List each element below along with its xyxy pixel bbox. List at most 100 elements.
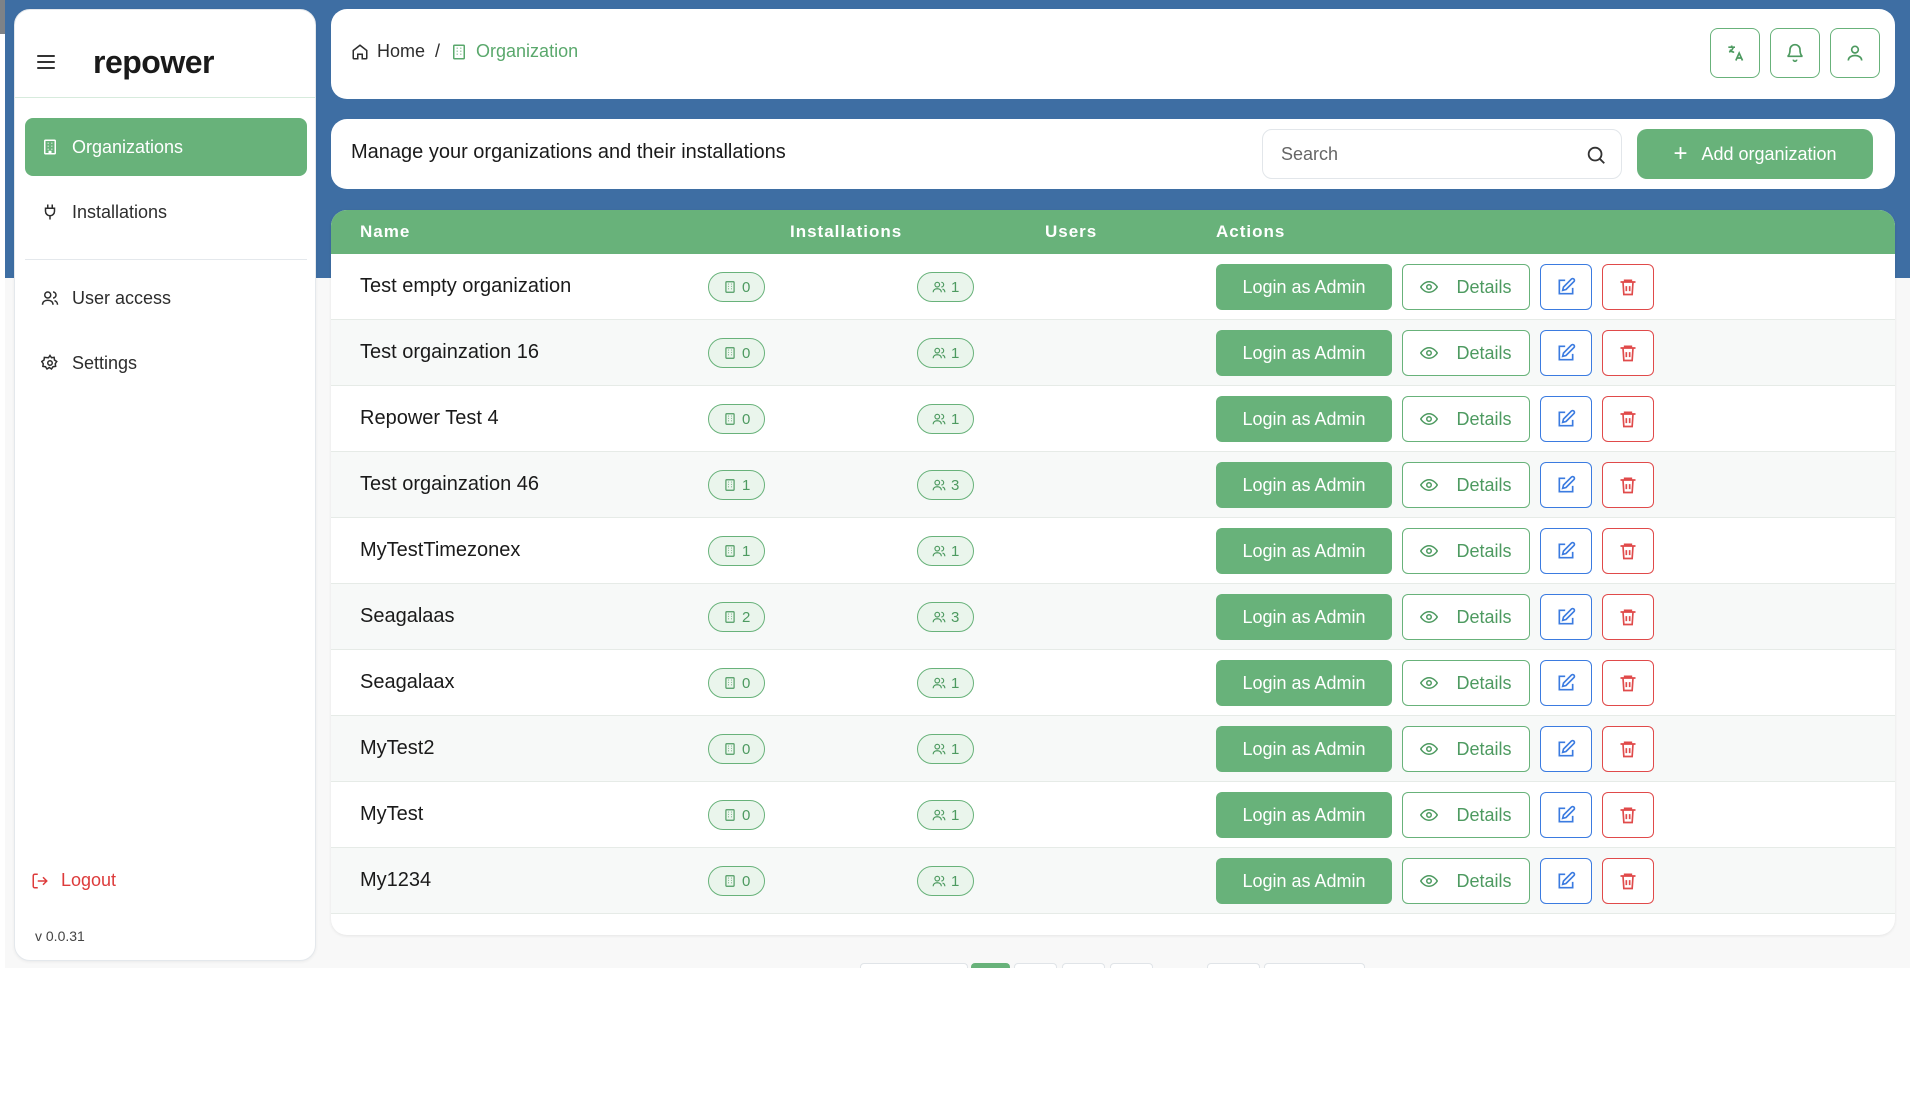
top-bar: Home / Organization (331, 9, 1895, 99)
column-header-actions: Actions (1216, 222, 1286, 241)
details-label: Details (1456, 870, 1512, 891)
details-button[interactable]: Details (1402, 594, 1530, 640)
edit-button[interactable] (1540, 462, 1592, 508)
delete-button[interactable] (1602, 726, 1654, 772)
installations-count: 1 (742, 542, 751, 560)
details-button[interactable]: Details (1402, 792, 1530, 838)
users-count: 3 (951, 608, 960, 626)
eye-icon (1420, 808, 1439, 822)
edit-button[interactable] (1540, 396, 1592, 442)
pagination-previous[interactable] (860, 963, 968, 968)
sidebar-item-label: User access (72, 287, 172, 308)
sidebar-item-user-access[interactable]: User access (25, 269, 307, 327)
details-button[interactable]: Details (1402, 396, 1530, 442)
window-edge (0, 0, 5, 34)
trash-icon (1620, 477, 1636, 494)
pagination-page-last[interactable] (1207, 963, 1260, 968)
sidebar-item-organizations[interactable]: Organizations (25, 118, 307, 176)
installations-count-badge: 0 (708, 338, 766, 368)
column-header-installations: Installations (790, 222, 903, 241)
login-as-admin-label: Login as Admin (1242, 408, 1366, 429)
details-button[interactable]: Details (1402, 264, 1530, 310)
menu-icon[interactable] (37, 55, 55, 69)
breadcrumb: Home / Organization (351, 41, 578, 62)
sidebar-header: repower (15, 10, 315, 98)
edit-button[interactable] (1540, 792, 1592, 838)
login-as-admin-label: Login as Admin (1242, 870, 1366, 891)
installations-count: 0 (742, 740, 751, 758)
installations-count-badge: 1 (708, 470, 766, 500)
delete-button[interactable] (1602, 858, 1654, 904)
edit-button[interactable] (1540, 528, 1592, 574)
delete-button[interactable] (1602, 528, 1654, 574)
delete-button[interactable] (1602, 594, 1654, 640)
delete-button[interactable] (1602, 396, 1654, 442)
details-button[interactable]: Details (1402, 660, 1530, 706)
login-as-admin-button[interactable]: Login as Admin (1216, 792, 1392, 838)
details-label: Details (1456, 738, 1512, 759)
users-count-badge: 1 (917, 800, 975, 830)
edit-button[interactable] (1540, 594, 1592, 640)
login-as-admin-button[interactable]: Login as Admin (1216, 396, 1392, 442)
add-organization-button[interactable]: + Add organization (1637, 129, 1873, 179)
edit-button[interactable] (1540, 858, 1592, 904)
building-icon (725, 281, 735, 293)
delete-button[interactable] (1602, 660, 1654, 706)
breadcrumb-current-label: Organization (476, 41, 579, 61)
delete-button[interactable] (1602, 330, 1654, 376)
sidebar-item-installations[interactable]: Installations (25, 183, 307, 241)
table-row: My1234 0 1 Login as Admin Details (331, 848, 1895, 914)
delete-button[interactable] (1602, 264, 1654, 310)
login-as-admin-button[interactable]: Login as Admin (1216, 858, 1392, 904)
users-count-badge: 1 (917, 668, 975, 698)
logout-button[interactable]: Logout (31, 870, 116, 891)
login-as-admin-button[interactable]: Login as Admin (1216, 264, 1392, 310)
organization-name: Test empty organization (360, 275, 572, 297)
login-as-admin-button[interactable]: Login as Admin (1216, 462, 1392, 508)
details-button[interactable]: Details (1402, 330, 1530, 376)
search-input[interactable] (1281, 142, 1581, 166)
building-icon (725, 479, 735, 491)
pagination-next[interactable] (1264, 963, 1365, 968)
details-button[interactable]: Details (1402, 462, 1530, 508)
eye-icon (1420, 544, 1439, 558)
eye-icon (1420, 280, 1439, 294)
delete-button[interactable] (1602, 462, 1654, 508)
organization-name: My1234 (360, 869, 432, 891)
edit-button[interactable] (1540, 660, 1592, 706)
delete-button[interactable] (1602, 792, 1654, 838)
pagination-page[interactable] (1062, 963, 1105, 968)
edit-button[interactable] (1540, 330, 1592, 376)
logout-label: Logout (61, 870, 117, 890)
search-icon[interactable] (1585, 144, 1607, 166)
login-as-admin-button[interactable]: Login as Admin (1216, 528, 1392, 574)
pagination-page[interactable] (1014, 963, 1057, 968)
details-button[interactable]: Details (1402, 726, 1530, 772)
details-label: Details (1456, 276, 1512, 297)
breadcrumb-home[interactable]: Home (351, 41, 425, 62)
sidebar-item-settings[interactable]: Settings (25, 334, 307, 392)
building-icon (453, 44, 466, 59)
pagination-page[interactable] (1110, 963, 1153, 968)
users-icon (932, 347, 946, 359)
users-count-badge: 1 (917, 272, 975, 302)
login-as-admin-button[interactable]: Login as Admin (1216, 594, 1392, 640)
search-box (1262, 129, 1622, 179)
organization-name: MyTest (360, 803, 424, 825)
details-button[interactable]: Details (1402, 528, 1530, 574)
language-button[interactable] (1710, 28, 1760, 78)
login-as-admin-button[interactable]: Login as Admin (1216, 726, 1392, 772)
table-row: MyTest2 0 1 Login as Admin Details (331, 716, 1895, 782)
table-row: Test orgainzation 16 0 1 Login as Admin Deta… (331, 320, 1895, 386)
edit-button[interactable] (1540, 264, 1592, 310)
login-as-admin-button[interactable]: Login as Admin (1216, 330, 1392, 376)
login-as-admin-button[interactable]: Login as Admin (1216, 660, 1392, 706)
eye-icon (1420, 478, 1439, 492)
details-button[interactable]: Details (1402, 858, 1530, 904)
notifications-button[interactable] (1770, 28, 1820, 78)
pagination-page-current[interactable] (971, 963, 1010, 968)
installations-count: 0 (742, 410, 751, 428)
profile-button[interactable] (1830, 28, 1880, 78)
edit-button[interactable] (1540, 726, 1592, 772)
login-as-admin-label: Login as Admin (1242, 342, 1366, 363)
